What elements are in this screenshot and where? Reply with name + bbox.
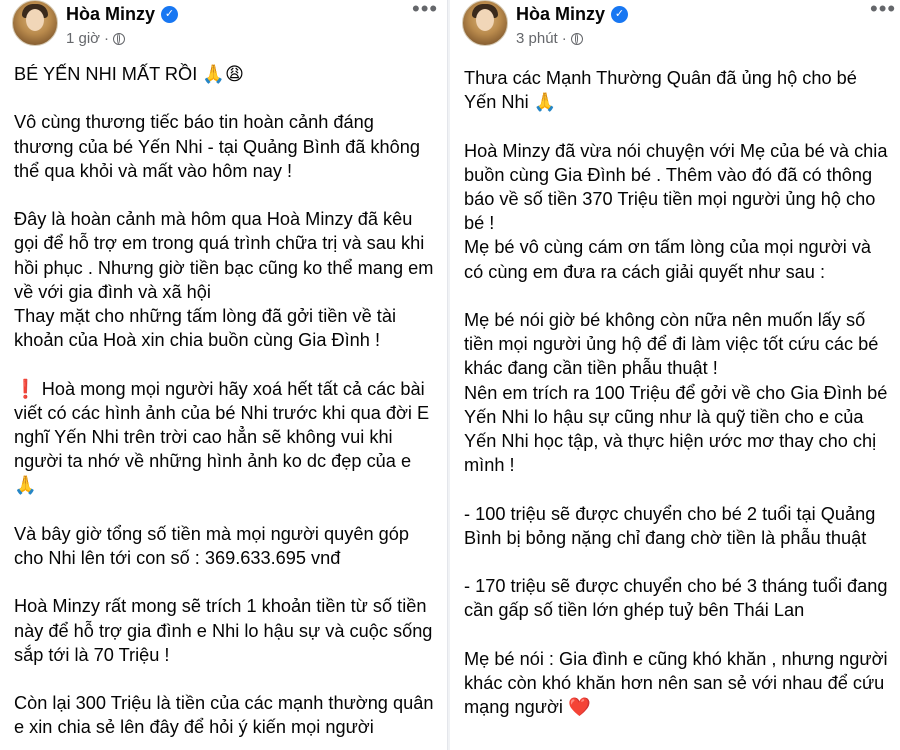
verified-badge-icon: ✓ (161, 6, 179, 23)
facebook-post-right: Hòa Minzy ✓ 3 phút · ••• Thưa các Mạnh T… (450, 0, 900, 750)
post-timestamp[interactable]: 1 giờ (66, 30, 100, 47)
more-options-icon[interactable]: ••• (412, 0, 438, 20)
post-header: Hòa Minzy ✓ 3 phút · ••• (450, 0, 900, 58)
author-name[interactable]: Hòa Minzy (66, 4, 155, 25)
meta-separator: · (104, 30, 110, 47)
author-row: Hòa Minzy ✓ (66, 4, 179, 25)
more-options-icon[interactable]: ••• (870, 0, 896, 20)
avatar[interactable] (462, 0, 508, 46)
post-meta: 1 giờ · (66, 30, 126, 47)
post-meta: 3 phút · (516, 30, 583, 47)
avatar[interactable] (12, 0, 58, 46)
globe-icon[interactable] (113, 32, 126, 45)
author-row: Hòa Minzy ✓ (516, 4, 629, 25)
globe-icon[interactable] (570, 32, 583, 45)
post-timestamp[interactable]: 3 phút (516, 30, 558, 47)
post-header: Hòa Minzy ✓ 1 giờ · ••• (0, 0, 447, 58)
avatar-face (26, 9, 44, 31)
avatar-face (476, 9, 494, 31)
verified-badge-icon: ✓ (611, 6, 629, 23)
facebook-post-left: Hòa Minzy ✓ 1 giờ · ••• BÉ YẾN NHI MẤT R… (0, 0, 448, 750)
author-name[interactable]: Hòa Minzy (516, 4, 605, 25)
post-body-text: Thưa các Mạnh Thường Quân đã ủng hộ cho … (464, 68, 888, 718)
meta-separator: · (561, 30, 567, 47)
post-body-text: BÉ YẾN NHI MẤT RỒI 🙏😩 Vô cùng thương tiế… (14, 64, 434, 738)
